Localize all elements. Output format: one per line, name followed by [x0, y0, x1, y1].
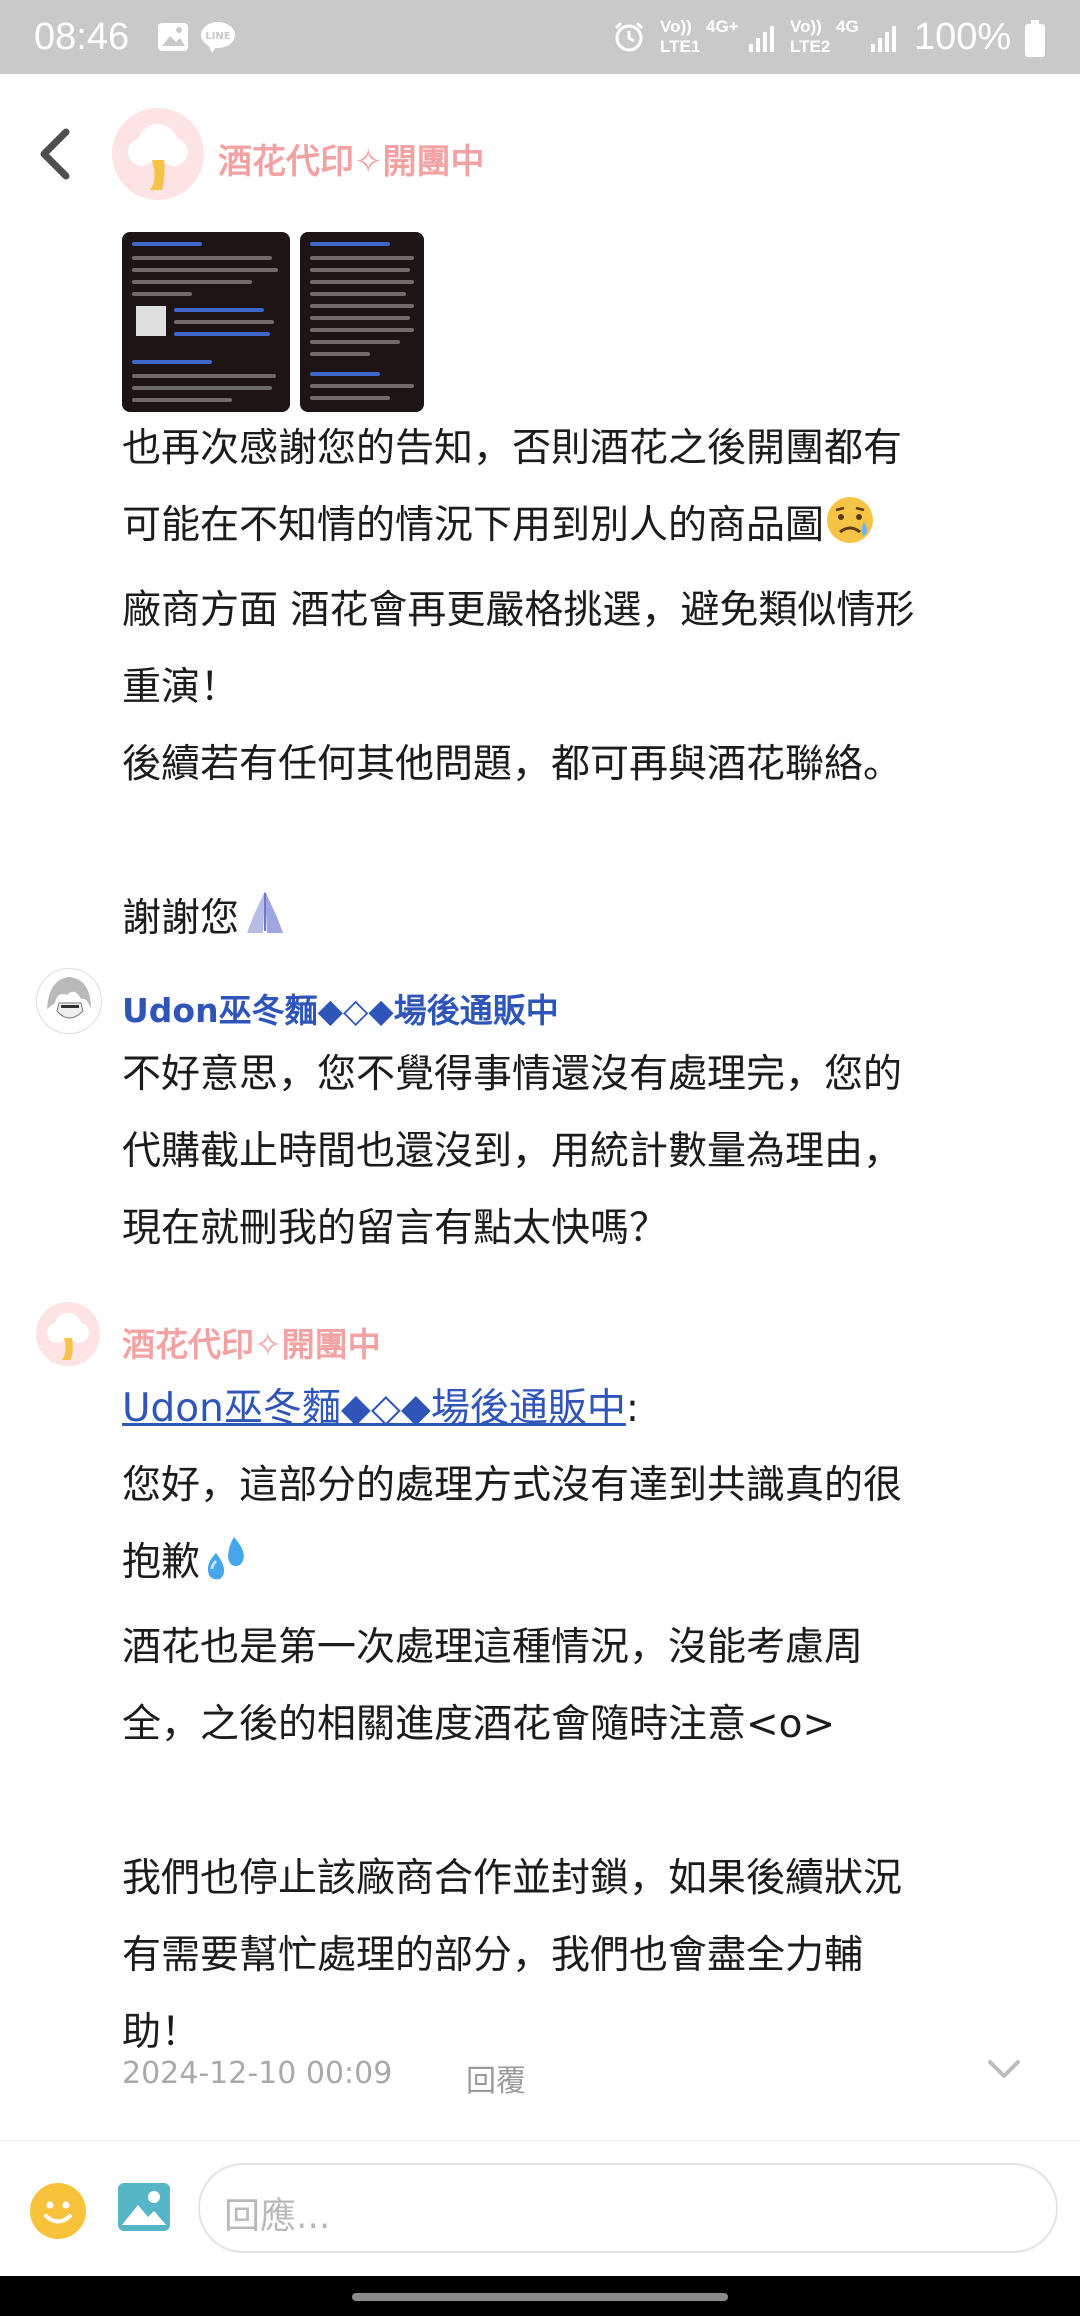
signal-icon	[871, 26, 896, 52]
comment-line: 有需要幫忙處理的部分，我們也會盡全力輔	[122, 1933, 864, 1978]
comment-line: 您好，這部分的處理方式沒有達到共識真的很	[122, 1463, 903, 1508]
reply-input-placeholder: 回應...	[224, 2196, 331, 2237]
net-volte2: Vo))	[790, 17, 822, 36]
signal-icon	[749, 26, 774, 52]
message-line: 後續若有任何其他問題，都可再與酒花聯絡。	[122, 742, 903, 787]
reply-button[interactable]: 回覆	[466, 2056, 526, 2100]
sad-emoji-icon	[824, 494, 876, 572]
back-button[interactable]	[30, 122, 84, 186]
alarm-icon	[614, 21, 644, 52]
battery-percent: 100%	[914, 16, 1012, 58]
message-line-text: 可能在不知情的情況下用到別人的商品圖	[122, 503, 825, 548]
photo-button[interactable]	[116, 2179, 172, 2235]
message-line-text: 謝謝您	[122, 896, 240, 941]
mention-suffix: :	[625, 1386, 639, 1431]
status-time: 08:46	[34, 16, 130, 58]
comment-line: 抱歉	[122, 1524, 1022, 1609]
net-volte1-sub: LTE1	[660, 37, 701, 56]
comment-body: Udon巫冬麵◆◇◆場後通販中: 您好，這部分的處理方式沒有達到共識真的很 抱歉…	[122, 1370, 1022, 2071]
line-app-icon: LINE	[201, 22, 235, 53]
flower-avatar-icon	[112, 108, 204, 200]
comment-line: 酒花也是第一次處理這種情況，沒能考慮周	[122, 1625, 864, 1670]
net-volte2-sub: LTE2	[790, 37, 831, 56]
smiley-icon	[44, 2201, 72, 2224]
gallery-icon	[158, 23, 188, 51]
comment-line: 我們也停止該廠商合作並封鎖，如果後續狀況	[122, 1856, 903, 1901]
mention-link[interactable]: Udon巫冬麵◆◇◆場後通販中	[122, 1386, 626, 1431]
attached-image-1[interactable]	[122, 232, 290, 412]
sweat-droplets-emoji-icon	[200, 1531, 252, 1609]
comment-line: 全，之後的相關進度酒花會隨時注意<o>	[122, 1702, 836, 1747]
message-line	[122, 803, 1022, 880]
message-line: 也再次感謝您的告知，否則酒花之後開團都有	[122, 426, 903, 471]
comment-line: Udon巫冬麵◆◇◆場後通販中:	[122, 1370, 1022, 1447]
status-bar: 08:46 LINE Vo)) LTE1 4G+ Vo)) LTE2 4G 10…	[0, 0, 1080, 74]
emoji-button[interactable]	[30, 2183, 86, 2239]
home-gesture-bar[interactable]	[352, 2293, 728, 2301]
comment-line: 現在就刪我的留言有點太快嗎？	[122, 1206, 669, 1251]
message-line: 重演！	[122, 665, 240, 710]
commenter-avatar[interactable]	[36, 968, 102, 1034]
message-line: 可能在不知情的情況下用到別人的商品圖	[122, 487, 1022, 572]
commenter-name[interactable]: Udon巫冬麵◆◇◆場後通販中	[122, 984, 559, 1032]
attached-image-2[interactable]	[300, 232, 424, 412]
anime-avatar-icon	[37, 969, 101, 1033]
comment-line-text: 抱歉	[122, 1540, 201, 1585]
svg-text:LINE: LINE	[205, 31, 230, 42]
reply-input[interactable]: 回應...	[198, 2163, 1058, 2253]
comment-line	[122, 1763, 1022, 1840]
message-body: 也再次感謝您的告知，否則酒花之後開團都有 可能在不知情的情況下用到別人的商品圖 …	[122, 410, 1022, 965]
comment-body: 不好意思，您不覺得事情還沒有處理完，您的 代購截止時間也還沒到，用統計數量為理由…	[122, 1036, 1022, 1267]
chevron-down-icon[interactable]	[986, 2054, 1022, 2084]
comment-line: 代購截止時間也還沒到，用統計數量為理由，	[122, 1129, 903, 1174]
comment-line: 不好意思，您不覺得事情還沒有處理完，您的	[122, 1052, 903, 1097]
praying-hands-emoji-icon	[239, 887, 291, 965]
flower-avatar-icon	[36, 1302, 100, 1366]
comment-timestamp: 2024-12-10 00:09	[122, 2056, 393, 2091]
commenter-avatar[interactable]	[36, 1302, 100, 1366]
page-title: 酒花代印✧開團中	[218, 142, 485, 182]
message-line: 謝謝您	[122, 880, 1022, 965]
battery-icon	[1025, 20, 1045, 57]
net-volte1: Vo))	[660, 17, 692, 36]
commenter-name[interactable]: 酒花代印✧開團中	[122, 1318, 381, 1366]
composer-bar: 回應...	[0, 2140, 1080, 2277]
system-nav-bar	[0, 2276, 1080, 2316]
page-avatar[interactable]	[112, 108, 204, 200]
net-4gplus: 4G+	[706, 17, 739, 36]
net-4g: 4G	[836, 17, 859, 36]
message-line: 廠商方面 酒花會再更嚴格挑選，避免類似情形	[122, 588, 915, 633]
